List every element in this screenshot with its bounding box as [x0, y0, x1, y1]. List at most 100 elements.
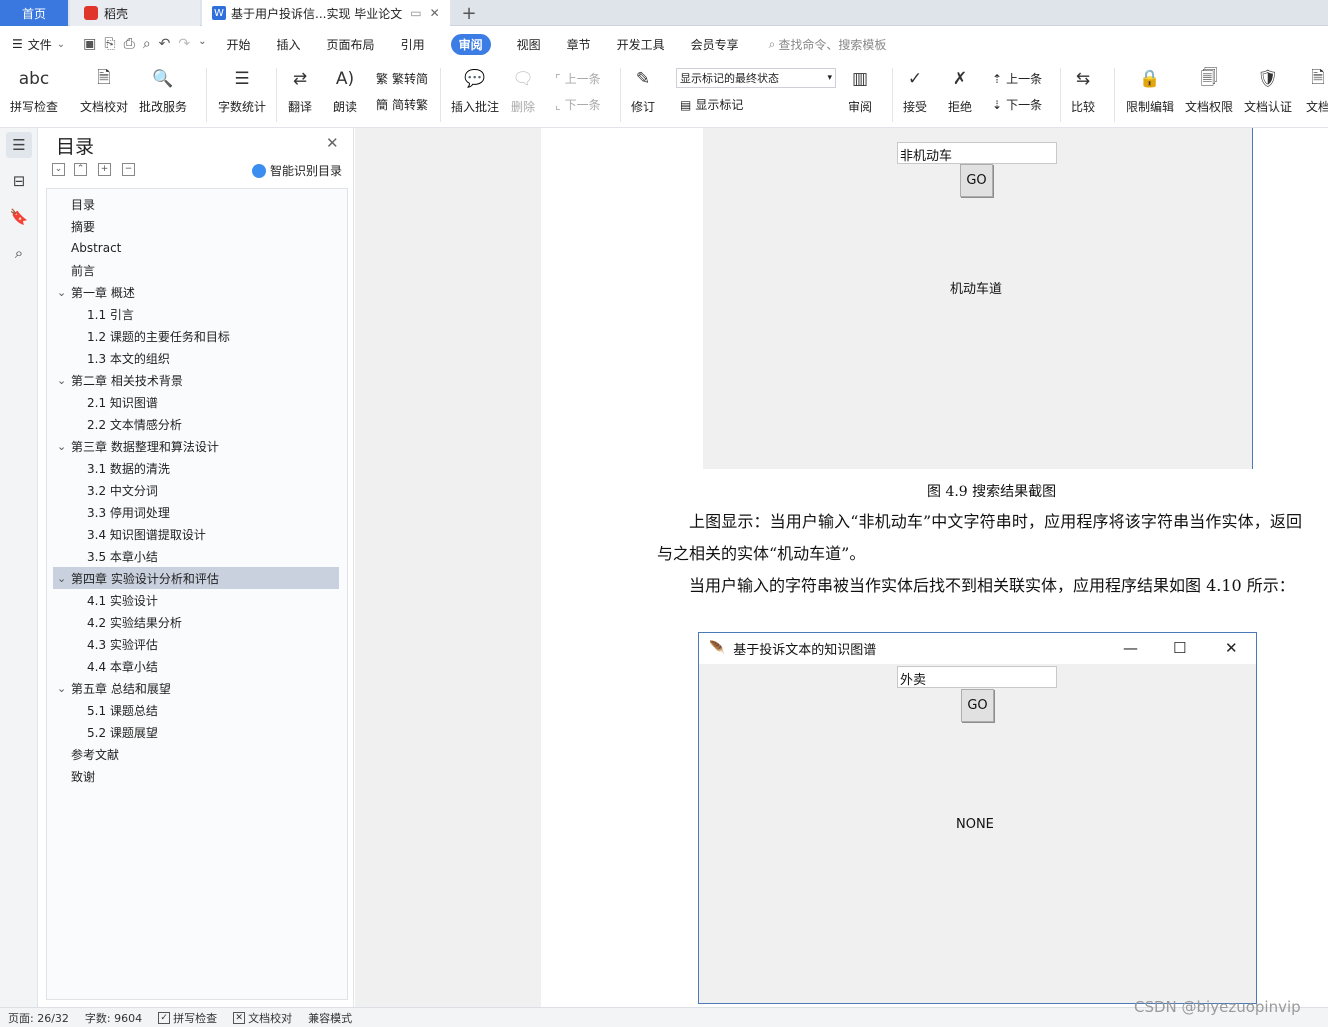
- next-change-icon: ⇣: [992, 97, 1003, 112]
- chevron-down-icon[interactable]: ⌄: [57, 440, 71, 453]
- prev-comment-button[interactable]: ⌜ 上一条: [555, 70, 601, 87]
- close-icon[interactable]: ✕: [326, 134, 339, 152]
- menu-item-4[interactable]: 审阅: [450, 33, 491, 55]
- more-icon[interactable]: ⌄: [198, 36, 206, 52]
- toc-item[interactable]: 5.2 课题展望: [53, 721, 339, 743]
- menu-bar: ☰ 文件 ⌄ ▣ ⎘ ⎙ ⌕ ↶ ↷ ⌄ 开始 插入 页面布局 引用 审阅 视图 章节 开发工…: [0, 26, 1328, 62]
- command-search[interactable]: ⌕ 查找命令、搜索模板: [769, 36, 887, 53]
- toc-item[interactable]: 4.1 实验设计: [53, 589, 339, 611]
- toc-item[interactable]: ⌄ 第二章 相关技术背景: [53, 369, 339, 391]
- menu-item-8[interactable]: 会员专享: [691, 36, 739, 53]
- translate-button[interactable]: ⇄ 翻译: [287, 66, 313, 115]
- status-spell-check[interactable]: ✓ 拼写检查: [158, 1010, 217, 1026]
- menu-item-1[interactable]: 插入: [277, 36, 301, 53]
- accept-icon: ✓: [907, 69, 923, 89]
- toc-item[interactable]: 3.2 中文分词: [53, 479, 339, 501]
- toc-item[interactable]: 2.1 知识图谱: [53, 391, 339, 413]
- next-comment-button[interactable]: ⌞ 下一条: [555, 96, 601, 113]
- toc-item[interactable]: ⌄ 第五章 总结和展望: [53, 677, 339, 699]
- undo-icon[interactable]: ↶: [159, 36, 171, 52]
- file-menu[interactable]: ☰ 文件 ⌄: [12, 36, 65, 53]
- toc-item[interactable]: 5.1 课题总结: [53, 699, 339, 721]
- toc-item[interactable]: 1.2 课题的主要任务和目标: [53, 325, 339, 347]
- menu-item-7[interactable]: 开发工具: [617, 36, 665, 53]
- collapse-all-icon[interactable]: ⌃: [74, 163, 87, 176]
- bookmark-icon[interactable]: 🔖: [6, 204, 32, 230]
- toc-item[interactable]: 前言: [53, 259, 339, 281]
- doc-cert-button[interactable]: 🛡 文档认证: [1244, 66, 1292, 115]
- delete-comment-button[interactable]: 🗨 删除: [510, 66, 536, 115]
- trad-to-simp-button[interactable]: 繁繁转简: [376, 70, 428, 87]
- toc-item[interactable]: 3.1 数据的清洗: [53, 457, 339, 479]
- expand-all-icon[interactable]: ⌄: [52, 163, 65, 176]
- left-sidebar: ☰ ⊟ 🔖 ⌕: [0, 128, 38, 1007]
- markup-state-select[interactable]: 显示标记的最终状态 ▾: [676, 68, 836, 88]
- search-icon[interactable]: ⌕: [6, 240, 32, 266]
- tab-document[interactable]: W 基于用户投诉信...实现 毕业论文 ▭ ✕: [202, 0, 450, 26]
- toc-item-label: 第一章 概述: [71, 285, 135, 300]
- remove-level-icon[interactable]: −: [122, 163, 135, 176]
- word-count-button[interactable]: ☰ 字数统计: [218, 66, 266, 115]
- show-markup-button[interactable]: ▤ 显示标记: [680, 96, 743, 113]
- chevron-down-icon[interactable]: ⌄: [57, 682, 71, 695]
- toc-item[interactable]: ⌄ 第一章 概述: [53, 281, 339, 303]
- doc-permission-button[interactable]: 🗐 文档权限: [1185, 66, 1233, 115]
- review-pane-button[interactable]: ▥ 审阅: [847, 66, 873, 115]
- review-service-button[interactable]: 🔍 批改服务: [139, 66, 187, 115]
- doc-more-button[interactable]: 🗎 文档: [1305, 66, 1328, 115]
- toc-item[interactable]: 3.4 知识图谱提取设计: [53, 523, 339, 545]
- page-indicator[interactable]: 页面: 26/32: [8, 1010, 69, 1026]
- spell-check-button[interactable]: abc 拼写检查: [10, 66, 58, 115]
- reject-button[interactable]: ✗ 拒绝: [947, 66, 973, 115]
- toc-item[interactable]: Abstract: [53, 237, 339, 259]
- menu-item-5[interactable]: 视图: [517, 36, 541, 53]
- chevron-down-icon[interactable]: ⌄: [57, 286, 71, 299]
- print-preview-icon[interactable]: ⌕: [143, 36, 151, 52]
- toc-item[interactable]: 1.3 本文的组织: [53, 347, 339, 369]
- prev-change-button[interactable]: ⇡ 上一条: [992, 70, 1042, 87]
- status-doc-proof[interactable]: ✕ 文档校对: [233, 1010, 292, 1026]
- toc-item[interactable]: ⌄ 第四章 实验设计分析和评估: [53, 567, 339, 589]
- menu-item-3[interactable]: 引用: [401, 36, 425, 53]
- word-count-indicator[interactable]: 字数: 9604: [85, 1010, 142, 1026]
- toc-item[interactable]: 2.2 文本情感分析: [53, 413, 339, 435]
- add-level-icon[interactable]: +: [98, 163, 111, 176]
- toc-nav-icon[interactable]: ☰: [6, 132, 32, 158]
- insert-comment-button[interactable]: 💬 插入批注: [451, 66, 499, 115]
- redo-icon[interactable]: ↷: [178, 36, 190, 52]
- compare-button[interactable]: ⇆ 比较: [1070, 66, 1096, 115]
- toc-item[interactable]: 参考文献: [53, 743, 339, 765]
- toc-item[interactable]: 4.2 实验结果分析: [53, 611, 339, 633]
- toc-item[interactable]: 4.4 本章小结: [53, 655, 339, 677]
- menu-item-6[interactable]: 章节: [567, 36, 591, 53]
- chapter-nav-icon[interactable]: ⊟: [6, 168, 32, 194]
- export-pdf-icon[interactable]: ⎘: [104, 36, 115, 52]
- revise-button[interactable]: ✎ 修订: [630, 66, 656, 115]
- toc-item[interactable]: ⌄ 第三章 数据整理和算法设计: [53, 435, 339, 457]
- tab-home[interactable]: 首页: [0, 0, 68, 26]
- chevron-down-icon[interactable]: ⌄: [57, 572, 71, 585]
- restrict-edit-button[interactable]: 🔒 限制编辑: [1126, 66, 1174, 115]
- menu-item-0[interactable]: 开始: [227, 36, 251, 53]
- toc-item[interactable]: 1.1 引言: [53, 303, 339, 325]
- toc-item[interactable]: 4.3 实验评估: [53, 633, 339, 655]
- chevron-down-icon[interactable]: ⌄: [57, 374, 71, 387]
- accept-button[interactable]: ✓ 接受: [902, 66, 928, 115]
- screen-icon[interactable]: ▭: [410, 6, 421, 20]
- close-icon[interactable]: ✕: [430, 6, 440, 20]
- toc-item[interactable]: 摘要: [53, 215, 339, 237]
- tab-daoke[interactable]: 稻壳: [70, 0, 200, 26]
- next-change-button[interactable]: ⇣ 下一条: [992, 96, 1042, 113]
- simp-to-trad-button[interactable]: 簡简转繁: [376, 96, 428, 113]
- toc-item[interactable]: 3.5 本章小结: [53, 545, 339, 567]
- save-icon[interactable]: ▣: [83, 36, 96, 52]
- menu-item-2[interactable]: 页面布局: [327, 36, 375, 53]
- toc-item[interactable]: 3.3 停用词处理: [53, 501, 339, 523]
- toc-item[interactable]: 目录: [53, 193, 339, 215]
- read-aloud-button[interactable]: A) 朗读: [332, 66, 358, 115]
- smart-toc-button[interactable]: 智能识别目录: [252, 162, 342, 179]
- print-icon[interactable]: ⎙: [124, 36, 135, 52]
- toc-item[interactable]: 致谢: [53, 765, 339, 787]
- new-tab-button[interactable]: +: [456, 0, 482, 26]
- doc-proof-button[interactable]: 🗎 文档校对: [80, 66, 128, 115]
